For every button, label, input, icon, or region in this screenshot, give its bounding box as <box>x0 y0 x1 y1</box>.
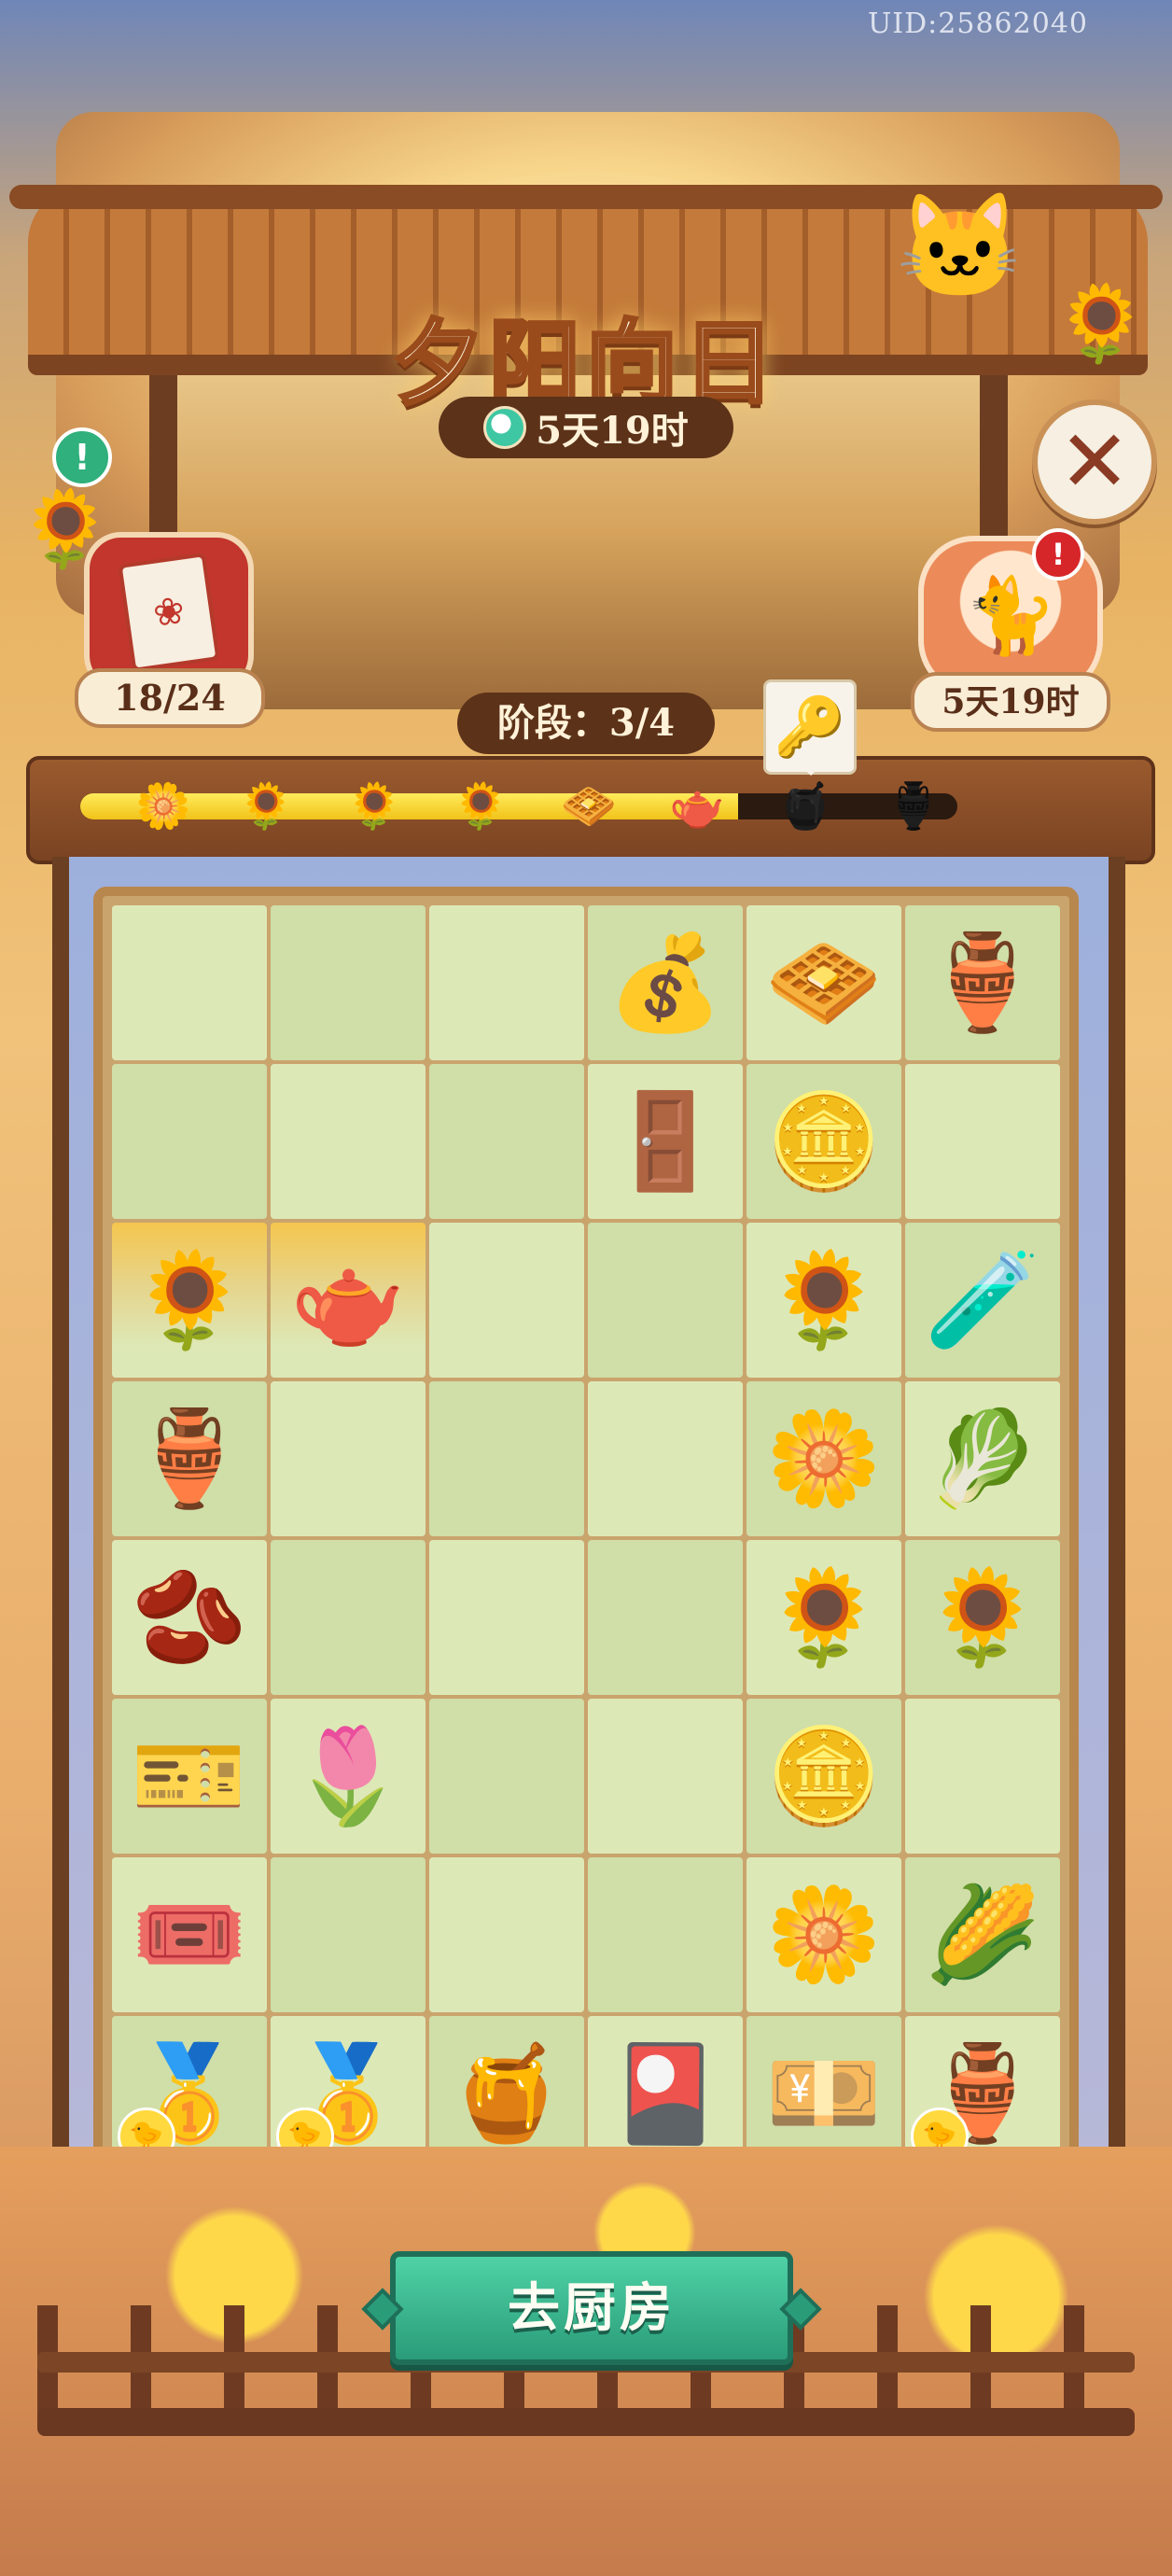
board-cell[interactable]: 🧇 <box>746 905 901 1060</box>
board-cell[interactable] <box>271 1381 426 1536</box>
card-collection-count: 18/24 <box>75 668 265 728</box>
stage-reward-icon[interactable]: 🧇 <box>556 773 621 838</box>
energy-bottle-icon[interactable]: 🧪 <box>925 1253 1041 1347</box>
board-cell[interactable]: 🎟️ <box>112 1857 267 2012</box>
coin-icon[interactable]: 🪙 <box>766 1095 883 1188</box>
board-cell[interactable] <box>112 905 267 1060</box>
board-cell[interactable] <box>588 1699 743 1854</box>
stage-reward-icon[interactable]: 🫖 <box>664 773 730 838</box>
droplet-clock-icon <box>483 406 527 449</box>
key-reward-icon[interactable]: 🔑 <box>763 679 857 776</box>
board-cell[interactable]: 🌻 <box>746 1223 901 1378</box>
event-timer-text: 5天19时 <box>536 409 689 453</box>
board-cell[interactable] <box>429 1223 584 1378</box>
cat-event-timer: 5天19时 <box>911 672 1110 732</box>
board-cell[interactable] <box>588 1223 743 1378</box>
sunflower-vase-icon[interactable]: 🌻 <box>766 1253 883 1347</box>
merge-board: 💰 🧇 🏺 🚪 🪙 🌻 🫖 🌻 🧪 🏺 🌼 🥬 🫘 🌻 🌻 🎫 🌷 🪙 🎟️ 🌼 🌽 🥇 🐤 🥇 🐤 🍯 🎴 💴 🏺 🐤 <box>93 887 1079 2191</box>
ticket-icon[interactable]: 🎟️ <box>132 1888 248 1981</box>
energy-urn-icon[interactable]: 🏺 <box>132 1412 248 1505</box>
honey-jar-icon[interactable]: 🍯 <box>449 2047 565 2140</box>
board-cell[interactable]: 🌽 <box>905 1857 1060 2012</box>
board-cell[interactable]: 🌼 <box>746 1857 901 2012</box>
stage-reward-icon[interactable]: 🌻 <box>448 773 513 838</box>
board-cell[interactable] <box>429 1540 584 1695</box>
energy-jar-icon[interactable]: 🏺 <box>925 936 1041 1029</box>
board-cell[interactable]: 🌻 <box>746 1540 901 1695</box>
sunflower-icon[interactable]: 🌻 <box>925 1571 1041 1664</box>
gold-ingots-icon[interactable]: 💴 <box>766 2047 883 2140</box>
board-cell[interactable] <box>905 1699 1060 1854</box>
board-cell[interactable]: 🌻 <box>112 1223 267 1378</box>
board-cell[interactable] <box>271 1540 426 1695</box>
user-id: UID:25862040 <box>868 7 1088 40</box>
board-cell[interactable] <box>271 1064 426 1219</box>
locked-gate-icon[interactable]: 🚪 <box>607 1095 724 1188</box>
stage-reward-icon[interactable]: 🌼 <box>131 773 196 838</box>
board-cell[interactable]: 🚪 <box>588 1064 743 1219</box>
board-cell[interactable] <box>271 1857 426 2012</box>
coin-stack-icon[interactable]: 🪙 <box>766 1729 883 1823</box>
board-cell[interactable] <box>429 1064 584 1219</box>
board-cell[interactable]: 🧪 <box>905 1223 1060 1378</box>
board-cell[interactable] <box>112 1064 267 1219</box>
cat-fan-icon: 🐈 <box>964 572 1057 659</box>
energy-teapot-icon[interactable]: 🫖 <box>290 1253 407 1347</box>
close-icon: ✕ <box>1058 412 1131 511</box>
stage-reward-icon[interactable]: 🌻 <box>233 773 299 838</box>
honeycomb-sunflower-icon[interactable]: 🧇 <box>766 936 883 1029</box>
recipe-card-icon[interactable]: 🎴 <box>607 2047 724 2140</box>
info-alert-icon[interactable]: ! <box>52 427 112 487</box>
red-card-icon: ❀ <box>118 553 220 672</box>
event-timer-badge: 5天19时 <box>439 397 733 458</box>
board-cell[interactable] <box>429 905 584 1060</box>
board-cell[interactable]: 🪙 <box>746 1064 901 1219</box>
board-cell[interactable] <box>588 1381 743 1536</box>
board-cell[interactable]: 💰 <box>588 905 743 1060</box>
board-cell[interactable] <box>429 1381 584 1536</box>
sunflower-seeds-icon[interactable]: 🫘 <box>132 1571 248 1664</box>
board-cell[interactable] <box>588 1857 743 2012</box>
close-button[interactable]: ✕ <box>1032 399 1157 525</box>
sunflower-sprite-icon[interactable]: 🌼 <box>766 1888 883 1981</box>
ticket-bundle-icon[interactable]: 🎫 <box>132 1729 248 1823</box>
stage-reward-icon[interactable]: 🌻 <box>342 773 407 838</box>
board-cell[interactable]: 🥬 <box>905 1381 1060 1536</box>
board-cell[interactable]: 🌻 <box>905 1540 1060 1695</box>
board-cell[interactable] <box>271 905 426 1060</box>
corn-sprite-icon[interactable]: 🌽 <box>925 1888 1041 1981</box>
board-cell[interactable] <box>905 1064 1060 1219</box>
fence-base <box>37 2408 1135 2436</box>
board-cell[interactable] <box>429 1857 584 2012</box>
event-alert-icon: ! <box>1032 528 1084 581</box>
energy-bag-icon[interactable]: 💰 <box>607 936 724 1029</box>
board-cell[interactable]: 🎫 <box>112 1699 267 1854</box>
locked-stage-reward-icon[interactable]: 🏺 <box>881 773 946 838</box>
potted-sunflower-icon[interactable]: 🌻 <box>132 1253 248 1347</box>
go-to-kitchen-button[interactable]: 去厨房 <box>390 2251 793 2365</box>
board-cell[interactable]: 🪙 <box>746 1699 901 1854</box>
red-bud-icon[interactable]: 🌷 <box>290 1729 407 1823</box>
cabbage-icon[interactable]: 🥬 <box>925 1412 1041 1505</box>
board-cell[interactable] <box>588 1540 743 1695</box>
board-cell[interactable]: 🏺 <box>905 905 1060 1060</box>
board-cell[interactable]: 🫘 <box>112 1540 267 1695</box>
stage-label: 阶段：3/4 <box>457 693 715 754</box>
board-cell[interactable]: 🏺 <box>112 1381 267 1536</box>
board-cell[interactable] <box>429 1699 584 1854</box>
board-cell[interactable]: 🌷 <box>271 1699 426 1854</box>
board-cell[interactable]: 🫖 <box>271 1223 426 1378</box>
board-cell[interactable]: 🌼 <box>746 1381 901 1536</box>
sunflower-bouquet-icon[interactable]: 🌼 <box>766 1412 883 1505</box>
sunflower-brooch-icon[interactable]: 🌻 <box>766 1571 883 1664</box>
